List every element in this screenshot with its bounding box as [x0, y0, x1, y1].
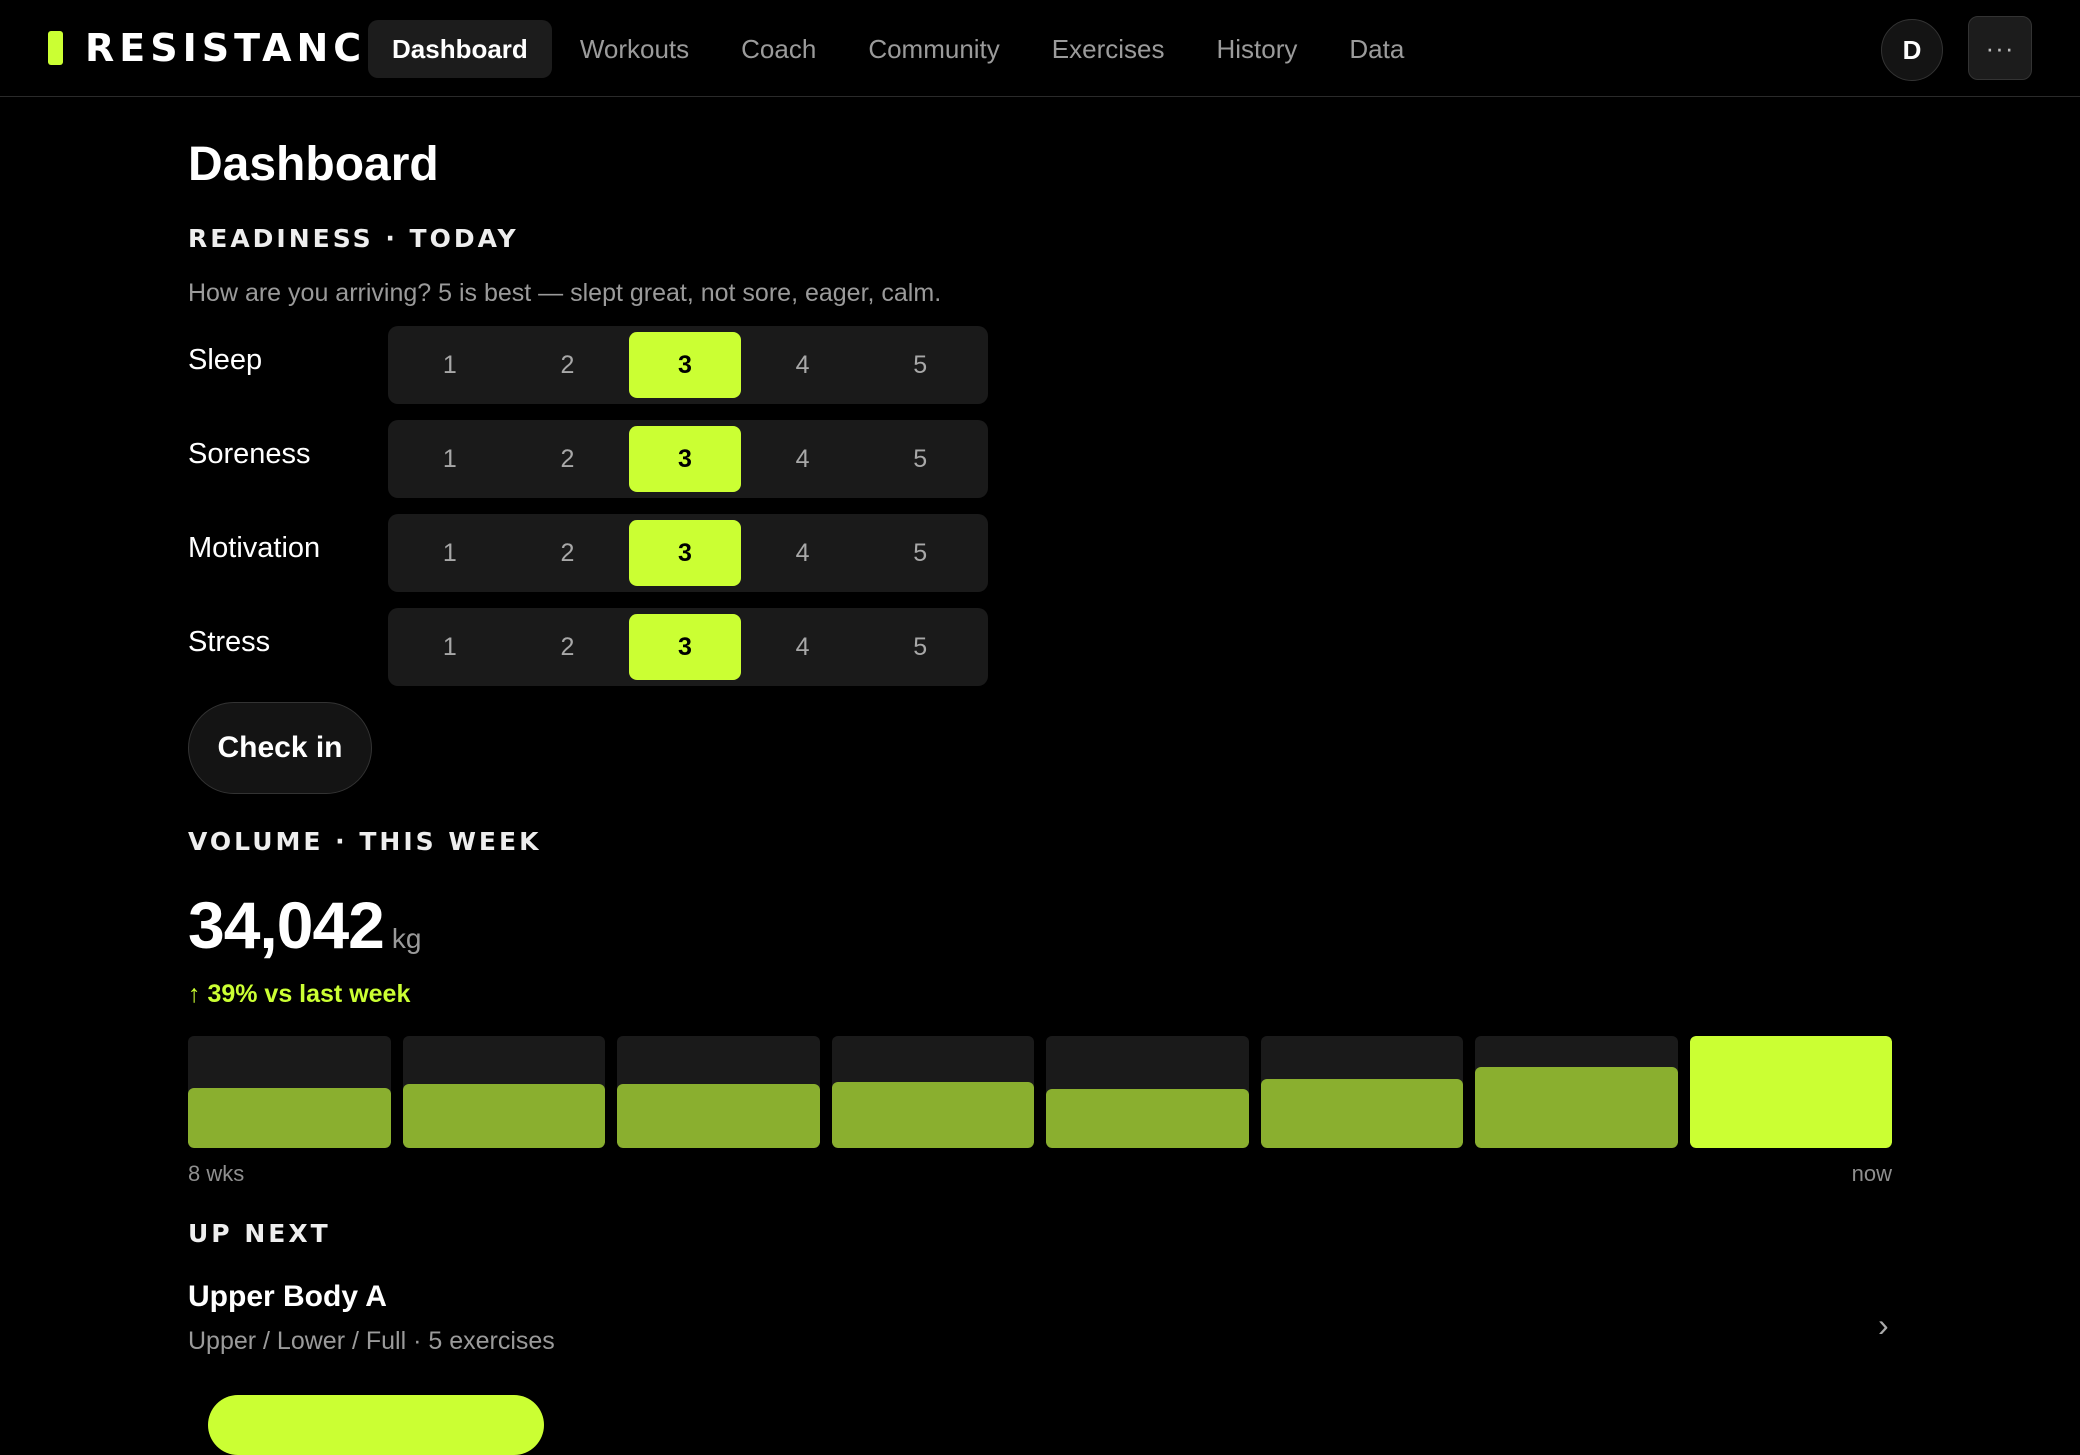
page-title: Dashboard	[188, 138, 439, 191]
rating-option[interactable]: 3	[629, 520, 741, 586]
volume-bar	[1475, 1067, 1678, 1148]
rating-option[interactable]: 1	[394, 332, 506, 398]
rating-option[interactable]: 2	[512, 520, 624, 586]
volume-bar-track	[1689, 1036, 1892, 1148]
weekly-volume-value: 34,042	[188, 888, 385, 962]
top-nav-bar: RESISTANCE Dashboard Workouts Coach Communi…	[0, 0, 2080, 97]
volume-bar-track	[1260, 1036, 1463, 1148]
rating-option[interactable]: 4	[747, 520, 859, 586]
rating-row-motivation: Motivation 1 2 3 4 5	[188, 514, 988, 592]
volume-delta: ↑ 39% vs last week	[188, 980, 411, 1008]
nav-tab-coach[interactable]: Coach	[717, 20, 840, 78]
more-options-icon: ···	[1985, 32, 2015, 63]
volume-bar-track	[188, 1036, 391, 1148]
bars-caption-end: now	[1851, 1161, 1892, 1186]
volume-bar	[1689, 1036, 1892, 1148]
rating-label: Sleep	[188, 344, 263, 376]
weekly-volume-bars	[188, 1036, 1892, 1148]
weekly-volume-unit: kg	[391, 923, 422, 954]
up-next-section-label: UP NEXT	[188, 1219, 331, 1248]
rating-option[interactable]: 1	[394, 614, 506, 680]
nav-tab-workouts[interactable]: Workouts	[556, 20, 713, 78]
bars-caption-start: 8 wks	[188, 1161, 245, 1186]
rating-option[interactable]: 4	[747, 332, 859, 398]
start-workout-button[interactable]	[208, 1395, 544, 1455]
rating-option[interactable]: 4	[747, 426, 859, 492]
weekly-volume: 34,042 kg	[188, 887, 422, 962]
nav-tab-data[interactable]: Data	[1325, 20, 1428, 78]
main-nav: Dashboard Workouts Coach Community Exercises…	[368, 20, 1432, 78]
rating-row-sleep: Sleep 1 2 3 4 5	[188, 326, 988, 404]
rating-scale: 12345	[388, 326, 988, 404]
more-options-button[interactable]: ···	[1968, 16, 2032, 80]
rating-label: Stress	[188, 626, 271, 658]
volume-bar	[402, 1084, 605, 1148]
volume-bar	[188, 1087, 391, 1148]
brand-mark-icon	[48, 31, 63, 65]
rating-option[interactable]: 1	[394, 426, 506, 492]
nav-tab-community[interactable]: Community	[844, 20, 1023, 78]
chevron-right-icon[interactable]: ›	[1878, 1307, 1889, 1344]
rating-label: Soreness	[188, 438, 311, 470]
brand-name: RESISTANCE	[85, 26, 398, 70]
rating-option[interactable]: 3	[629, 332, 741, 398]
rating-row-stress: Stress 1 2 3 4 5	[188, 608, 988, 686]
rating-scale: 12345	[388, 514, 988, 592]
nav-tab-exercises[interactable]: Exercises	[1028, 20, 1189, 78]
user-avatar[interactable]: D	[1881, 19, 1943, 81]
rating-option[interactable]: 2	[512, 332, 624, 398]
nav-tab-history[interactable]: History	[1193, 20, 1322, 78]
rating-option[interactable]: 5	[864, 426, 976, 492]
readiness-hint: How are you arriving? 5 is best — slept …	[188, 279, 942, 307]
rating-option[interactable]: 4	[747, 614, 859, 680]
up-next-workout-title[interactable]: Upper Body A	[188, 1280, 387, 1314]
rating-row-soreness: Soreness 1 2 3 4 5	[188, 420, 988, 498]
nav-tab-dashboard[interactable]: Dashboard	[368, 20, 552, 78]
check-in-button[interactable]: Check in	[188, 702, 372, 794]
volume-bar-track	[831, 1036, 1034, 1148]
up-next-workout-meta: Upper / Lower / Full · 5 exercises	[188, 1327, 555, 1355]
volume-bar	[1260, 1078, 1463, 1148]
rating-scale: 12345	[388, 420, 988, 498]
rating-label: Motivation	[188, 532, 321, 564]
rating-option[interactable]: 2	[512, 426, 624, 492]
volume-bar-track	[617, 1036, 820, 1148]
rating-option[interactable]: 3	[629, 426, 741, 492]
rating-option[interactable]: 3	[629, 614, 741, 680]
rating-scale: 12345	[388, 608, 988, 686]
volume-bar-track	[1475, 1036, 1678, 1148]
volume-bar-track	[1046, 1036, 1249, 1148]
rating-option[interactable]: 5	[864, 614, 976, 680]
rating-option[interactable]: 2	[512, 614, 624, 680]
volume-bar	[831, 1081, 1034, 1148]
rating-option[interactable]: 5	[864, 520, 976, 586]
volume-section-label: VOLUME · THIS WEEK	[188, 827, 542, 856]
volume-bar	[1046, 1088, 1249, 1148]
volume-bar	[617, 1084, 820, 1148]
rating-option[interactable]: 1	[394, 520, 506, 586]
volume-bar-track	[402, 1036, 605, 1148]
rating-option[interactable]: 5	[864, 332, 976, 398]
brand-logo[interactable]: RESISTANCE	[48, 26, 398, 70]
readiness-section-label: READINESS · TODAY	[188, 224, 519, 253]
